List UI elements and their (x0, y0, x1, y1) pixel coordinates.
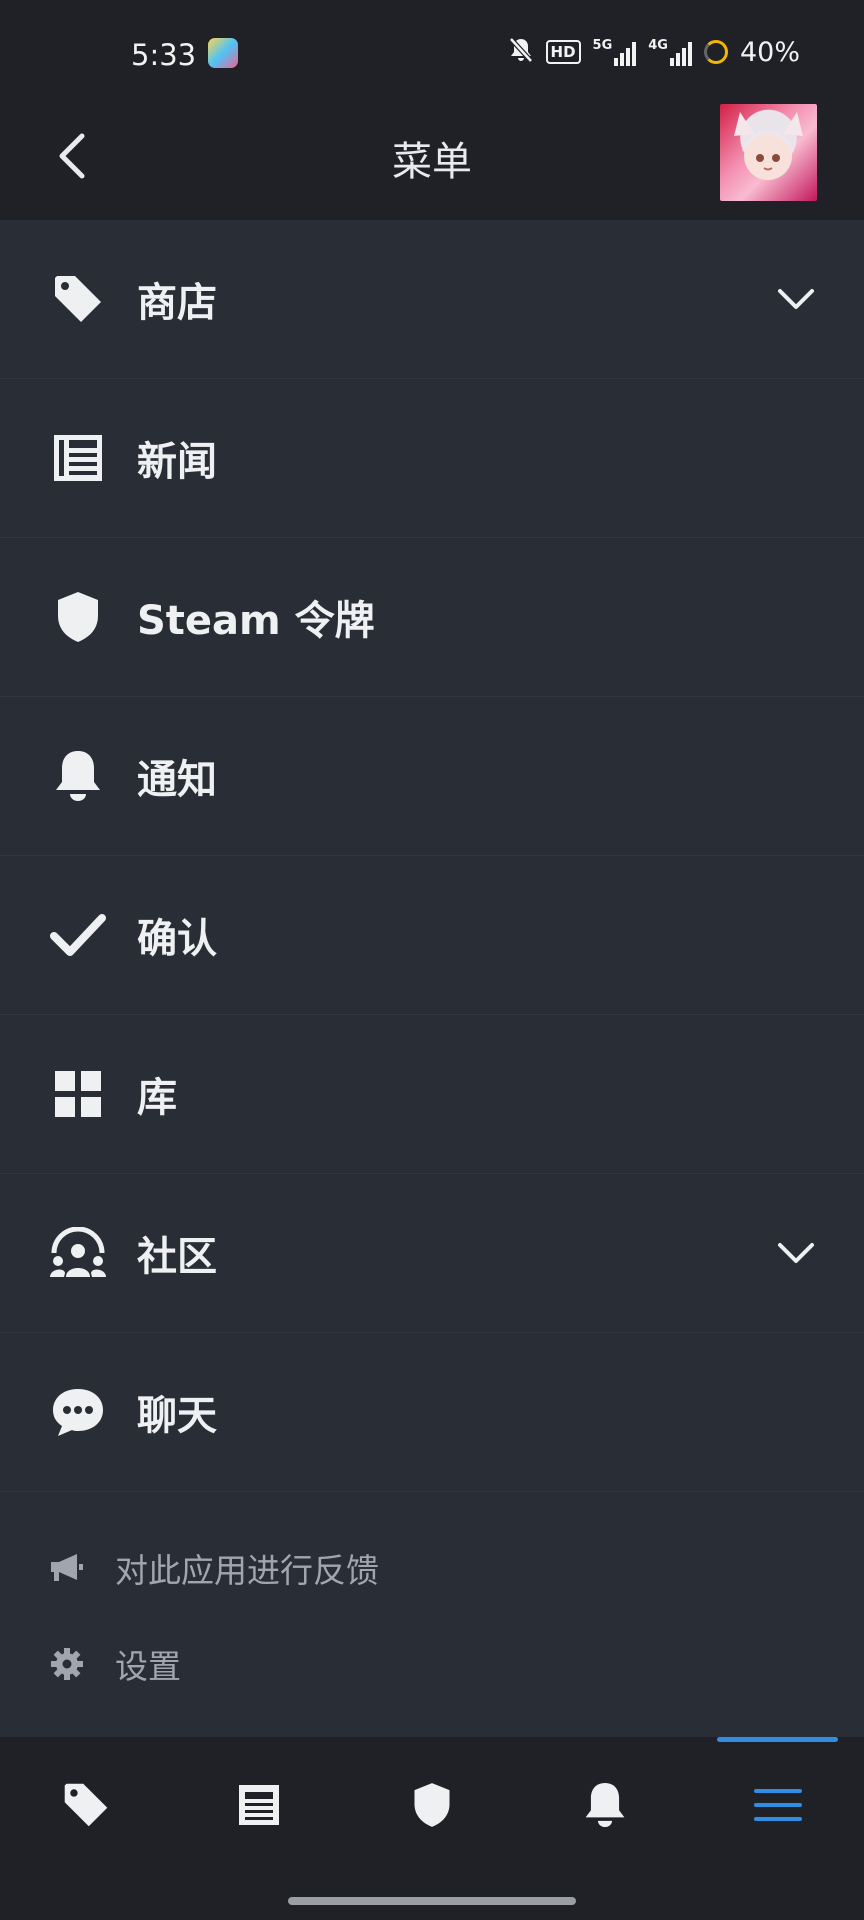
chat-icon (48, 1382, 108, 1442)
menu-item-label: 商店 (137, 280, 217, 326)
home-gesture-bar[interactable] (288, 1897, 576, 1905)
user-avatar[interactable] (720, 104, 817, 201)
bell-icon (48, 746, 108, 806)
tag-icon (48, 269, 108, 329)
status-time: 5:33 (131, 38, 197, 72)
grid-icon (48, 1064, 108, 1124)
app-header: 菜单 (0, 92, 864, 220)
shield-icon (411, 1781, 453, 1833)
menu-item-news[interactable]: 新闻 (0, 379, 864, 538)
signal-sim1-icon: 5G (593, 38, 637, 66)
menu-item-community[interactable]: 社区 (0, 1174, 864, 1333)
notification-app-icon (208, 38, 238, 68)
hd-badge: HD (545, 40, 581, 64)
megaphone-icon (48, 1549, 86, 1587)
mute-bell-icon (508, 36, 534, 68)
battery-saver-icon (703, 40, 728, 64)
menu-item-label: 聊天 (137, 1393, 217, 1439)
menu-item-label: 确认 (137, 916, 217, 962)
menu-item-notifications[interactable]: 通知 (0, 697, 864, 856)
tag-icon (61, 1780, 111, 1834)
checkmark-icon (48, 905, 108, 965)
settings-label: 设置 (115, 1647, 181, 1686)
menu-item-library[interactable]: 库 (0, 1015, 864, 1174)
feedback-link[interactable]: 对此应用进行反馈 (0, 1520, 864, 1616)
menu-item-label: 社区 (137, 1234, 217, 1280)
menu-item-confirmations[interactable]: 确认 (0, 856, 864, 1015)
news-icon (238, 1784, 280, 1830)
shield-icon (48, 587, 108, 647)
nav-store-button[interactable] (16, 1737, 156, 1877)
menu-icon (753, 1787, 803, 1827)
menu-item-label: 库 (137, 1075, 177, 1121)
bell-icon (583, 1780, 627, 1834)
menu-item-label: Steam 令牌 (137, 598, 375, 644)
gear-icon (48, 1645, 86, 1683)
menu-item-chat[interactable]: 聊天 (0, 1333, 864, 1492)
sim1-label: 5G (592, 38, 613, 53)
bottom-nav (0, 1737, 864, 1920)
status-icons: HD 5G 4G 40% (508, 36, 800, 68)
chevron-down-icon[interactable] (776, 279, 816, 319)
battery-percent: 40% (739, 36, 800, 68)
nav-guard-button[interactable] (362, 1737, 502, 1877)
feedback-label: 对此应用进行反馈 (115, 1551, 379, 1590)
settings-link[interactable]: 设置 (0, 1616, 864, 1712)
menu-item-steam-guard[interactable]: Steam 令牌 (0, 538, 864, 697)
secondary-links: 对此应用进行反馈 设置 (0, 1520, 864, 1712)
chevron-down-icon[interactable] (776, 1233, 816, 1273)
menu-item-label: 新闻 (137, 439, 217, 485)
nav-news-button[interactable] (189, 1737, 329, 1877)
nav-notifications-button[interactable] (535, 1737, 675, 1877)
community-icon (48, 1223, 108, 1283)
nav-menu-button[interactable] (708, 1737, 848, 1877)
avatar-image (734, 112, 803, 180)
menu-list: 商店 新闻 Steam 令牌 通知 确认 库 社区 聊天 (0, 220, 864, 1492)
menu-item-label: 通知 (137, 757, 217, 803)
news-icon (48, 428, 108, 488)
sim2-label: 4G (648, 38, 668, 53)
menu-item-store[interactable]: 商店 (0, 220, 864, 379)
signal-sim2-icon: 4G (648, 38, 692, 66)
